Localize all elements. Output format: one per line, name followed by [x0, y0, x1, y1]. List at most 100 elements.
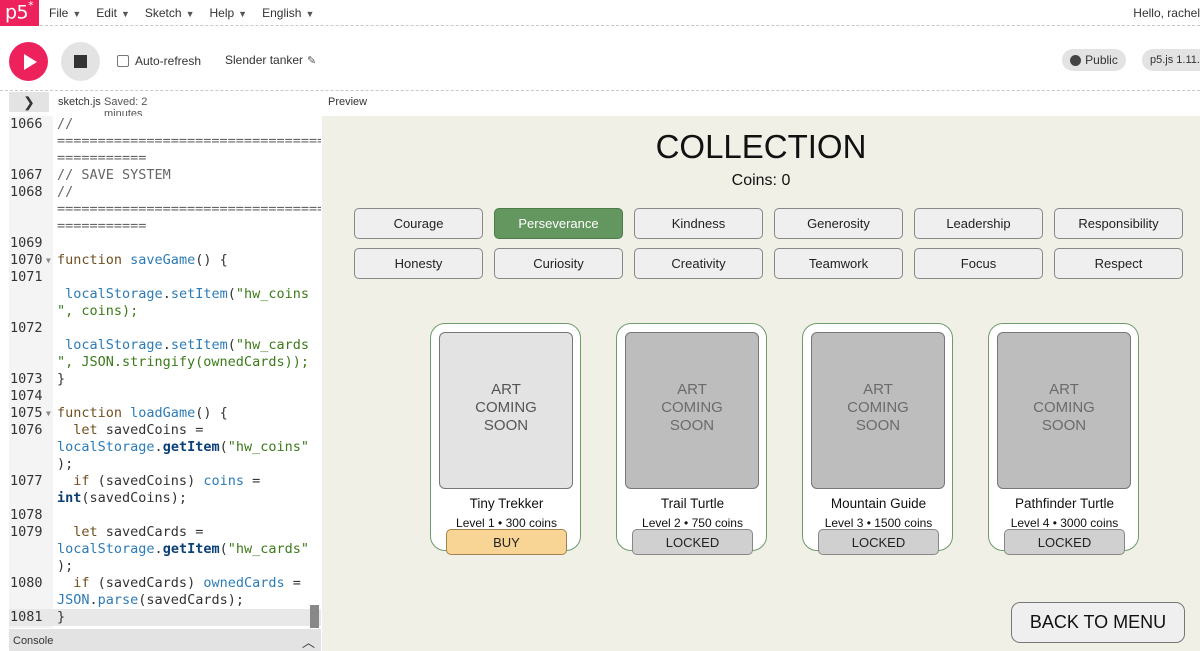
- art-placeholder-text: ART: [677, 381, 707, 398]
- code-line[interactable]: 1078: [9, 507, 321, 524]
- code-line[interactable]: 1080 if (savedCards) ownedCards =: [9, 575, 321, 592]
- code-line[interactable]: );: [9, 456, 321, 473]
- buy-button[interactable]: BUY: [446, 529, 567, 555]
- editor-scrollbar[interactable]: [310, 605, 319, 628]
- code-line[interactable]: 1071: [9, 269, 321, 286]
- category-kindness[interactable]: Kindness: [634, 208, 763, 239]
- play-button[interactable]: [9, 42, 48, 81]
- category-courage[interactable]: Courage: [354, 208, 483, 239]
- console-bar[interactable]: Console ︿: [9, 629, 321, 651]
- category-perseverance[interactable]: Perseverance: [494, 208, 623, 239]
- code-line[interactable]: 1070 ▼ function saveGame() {: [9, 252, 321, 269]
- menu-language[interactable]: English ▼: [262, 6, 314, 20]
- category-responsibility[interactable]: Responsibility: [1054, 208, 1183, 239]
- code-text: let savedCoins =: [73, 422, 204, 438]
- category-creativity[interactable]: Creativity: [634, 248, 763, 279]
- card[interactable]: ART COMING SOON Trail Turtle Level 2 • 750 c…: [616, 323, 767, 555]
- line-number: 1070: [10, 252, 43, 268]
- line-number: 1075: [10, 405, 43, 421]
- code-line[interactable]: 1073}: [9, 371, 321, 388]
- line-number: 1076: [10, 422, 43, 438]
- menu-edit[interactable]: Edit ▼: [96, 6, 130, 20]
- code-line[interactable]: 1077 if (savedCoins) coins =: [9, 473, 321, 490]
- chevron-up-icon[interactable]: ︿: [302, 632, 315, 651]
- version-button[interactable]: p5.js 1.11.13: [1142, 49, 1200, 71]
- art-placeholder-text: COMING: [475, 399, 537, 416]
- code-text: function loadGame() {: [57, 405, 228, 421]
- category-focus[interactable]: Focus: [914, 248, 1043, 279]
- code-line[interactable]: ===========: [9, 218, 321, 235]
- category-curiosity[interactable]: Curiosity: [494, 248, 623, 279]
- code-line[interactable]: 1067 // SAVE SYSTEM: [9, 167, 321, 184]
- p5-logo[interactable]: p5*: [0, 0, 39, 26]
- locked-button[interactable]: LOCKED: [632, 529, 753, 555]
- user-greeting[interactable]: Hello, rachely: [1133, 6, 1200, 20]
- line-number: 1078: [10, 507, 43, 523]
- menu-sketch-label: Sketch: [144, 6, 182, 20]
- menu-sketch[interactable]: Sketch ▼: [145, 6, 195, 20]
- category-leadership[interactable]: Leadership: [914, 208, 1043, 239]
- preview-canvas[interactable]: COLLECTION Coins: 0 Courage Perseverance K…: [322, 116, 1200, 651]
- card[interactable]: ART COMING SOON Pathfinder Turtle Level 4 • …: [988, 323, 1139, 555]
- sketch-name[interactable]: Slender tanker ✎: [225, 53, 316, 67]
- menu-file-label: File: [49, 6, 69, 20]
- code-text: //: [57, 116, 74, 132]
- menu-help[interactable]: Help ▼: [209, 6, 247, 20]
- locked-button[interactable]: LOCKED: [818, 529, 939, 555]
- code-line[interactable]: localStorage.setItem("hw_cards: [9, 337, 321, 354]
- code-line[interactable]: );: [9, 558, 321, 575]
- card-name: Mountain Guide: [830, 496, 927, 511]
- file-tab[interactable]: sketch.js: [58, 96, 101, 108]
- card-level: Level 1 • 300 coins: [456, 516, 557, 530]
- line-number: 1081: [10, 609, 43, 625]
- line-number: 1077: [10, 473, 43, 489]
- art-placeholder-text: SOON: [855, 417, 901, 434]
- code-line[interactable]: localStorage.getItem("hw_coins": [9, 439, 321, 456]
- line-number: 1066: [10, 116, 43, 132]
- fold-arrow-icon[interactable]: ▼: [46, 405, 51, 422]
- code-line[interactable]: ", JSON.stringify(ownedCards));: [9, 354, 321, 371]
- card-level: Level 3 • 1500 coins: [824, 516, 933, 530]
- code-text: localStorage.getItem("hw_coins": [57, 439, 310, 455]
- auto-refresh-toggle[interactable]: Auto-refresh: [117, 54, 201, 68]
- menu-file[interactable]: File ▼: [49, 6, 81, 20]
- code-line[interactable]: 1074: [9, 388, 321, 405]
- code-line[interactable]: 1066 //: [9, 116, 321, 133]
- art-placeholder-text: ART: [863, 381, 893, 398]
- code-line[interactable]: localStorage.getItem("hw_cards": [9, 541, 321, 558]
- code-line[interactable]: ", coins);: [9, 303, 321, 320]
- code-line[interactable]: ==================================: [9, 133, 321, 150]
- card[interactable]: ART COMING SOON Tiny Trekker Level 1 • 300 c…: [430, 323, 581, 555]
- category-honesty[interactable]: Honesty: [354, 248, 483, 279]
- code-line[interactable]: 1069: [9, 235, 321, 252]
- menu-help-label: Help: [209, 6, 235, 20]
- code-line[interactable]: 1079 let savedCards =: [9, 524, 321, 541]
- code-line[interactable]: 1072: [9, 320, 321, 337]
- code-line[interactable]: 1076 let savedCoins =: [9, 422, 321, 439]
- code-line[interactable]: 1081}: [9, 609, 321, 626]
- code-line[interactable]: 1075 ▼ function loadGame() {: [9, 405, 321, 422]
- code-editor[interactable]: 1066//==================================…: [9, 116, 321, 628]
- line-number: 1067: [10, 167, 43, 183]
- expand-sidebar-button[interactable]: ❯: [9, 92, 49, 112]
- category-respect[interactable]: Respect: [1054, 248, 1183, 279]
- fold-arrow-icon[interactable]: ▼: [46, 252, 51, 269]
- locked-button[interactable]: LOCKED: [1004, 529, 1125, 555]
- code-line[interactable]: localStorage.setItem("hw_coins: [9, 286, 321, 303]
- card[interactable]: ART COMING SOON Mountain Guide Level 3 • 150…: [802, 323, 953, 555]
- auto-refresh-checkbox[interactable]: [117, 55, 129, 67]
- category-teamwork[interactable]: Teamwork: [774, 248, 903, 279]
- code-line[interactable]: ==================================: [9, 201, 321, 218]
- category-generosity[interactable]: Generosity: [774, 208, 903, 239]
- visibility-button[interactable]: Public: [1062, 49, 1126, 71]
- code-line[interactable]: ===========: [9, 150, 321, 167]
- code-line[interactable]: JSON.parse(savedCards);: [9, 592, 321, 609]
- pencil-icon[interactable]: ✎: [307, 55, 316, 67]
- card-level: Level 4 • 3000 coins: [1010, 516, 1119, 530]
- code-line[interactable]: 1068 //: [9, 184, 321, 201]
- back-to-menu-button[interactable]: BACK TO MENU: [1011, 602, 1185, 643]
- stop-button[interactable]: [61, 42, 100, 81]
- code-line[interactable]: int(savedCoins);: [9, 490, 321, 507]
- card-art-placeholder: ART COMING SOON: [997, 332, 1131, 489]
- card-name: Pathfinder Turtle: [1014, 496, 1115, 511]
